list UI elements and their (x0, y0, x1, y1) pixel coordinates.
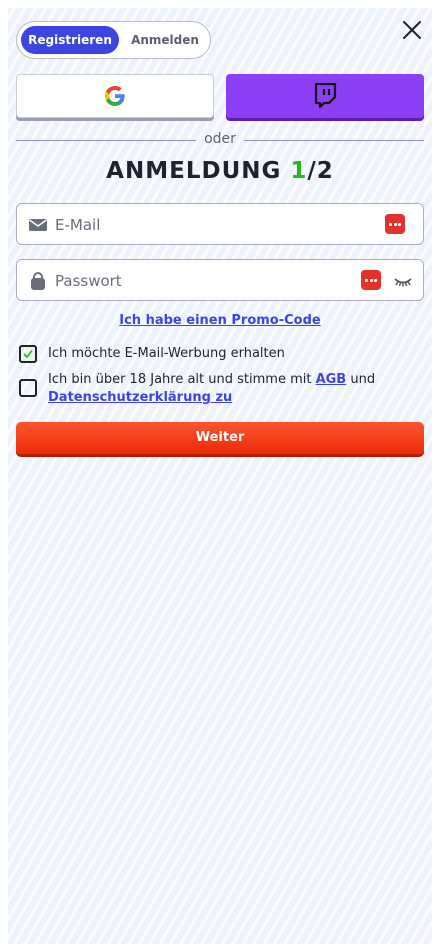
close-icon (403, 21, 421, 39)
agb-link[interactable]: AGB (316, 372, 347, 387)
twitch-logo-icon (314, 83, 337, 109)
google-logo-icon (105, 86, 125, 106)
password-field (16, 259, 424, 301)
page-title: ANMELDUNG 1/2 (16, 158, 424, 184)
checkmark-icon (23, 350, 33, 359)
auth-tabs: Registrieren Anmelden (16, 21, 211, 59)
email-ads-label: Ich möchte E-Mail-Werbung erhalten (48, 346, 285, 361)
close-button[interactable] (400, 18, 424, 42)
password-manager-icon[interactable] (385, 214, 405, 234)
divider-right (244, 140, 424, 141)
envelope-icon (29, 219, 47, 231)
step-total: /2 (307, 158, 334, 184)
modal-panel (8, 8, 432, 944)
terms-checkbox[interactable] (19, 379, 37, 397)
promo-code-link[interactable]: Ich habe einen Promo-Code (16, 313, 424, 328)
privacy-policy-link[interactable]: Datenschutzerklärung zu (48, 390, 232, 405)
password-manager-icon[interactable] (361, 270, 381, 290)
tab-register[interactable]: Registrieren (21, 26, 119, 54)
terms-text-middle: und (346, 372, 376, 387)
title-text: ANMELDUNG (106, 158, 282, 184)
terms-text-before: Ich bin über 18 Jahre alt und stimme mit (48, 372, 316, 387)
continue-button[interactable]: Weiter (16, 422, 424, 454)
divider-left (16, 140, 196, 141)
lock-icon (31, 272, 45, 290)
google-login-button[interactable] (16, 74, 214, 118)
password-input[interactable] (53, 261, 337, 301)
terms-label: Ich bin über 18 Jahre alt und stimme mit… (48, 371, 418, 407)
tab-login[interactable]: Anmelden (123, 26, 207, 54)
email-input[interactable] (53, 205, 337, 245)
step-current: 1 (290, 158, 308, 184)
email-field (16, 203, 424, 245)
twitch-login-button[interactable] (226, 74, 424, 118)
divider-text: oder (204, 131, 236, 147)
email-ads-checkbox[interactable] (19, 345, 37, 363)
eye-closed-icon[interactable] (393, 271, 413, 291)
